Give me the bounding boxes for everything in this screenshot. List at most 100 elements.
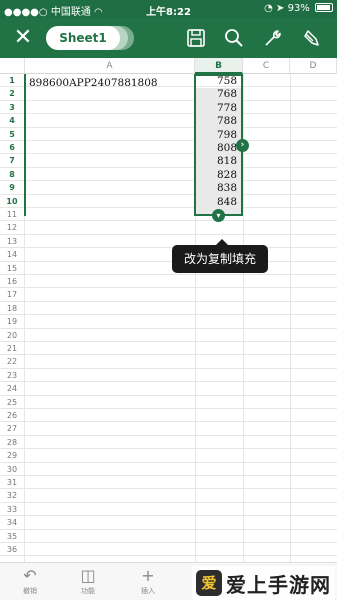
table-row: 3 [0,101,337,115]
insert-button[interactable]: + 插入 [128,566,168,596]
row-number[interactable]: 15 [0,262,24,274]
row-number[interactable]: 30 [0,463,24,475]
row-number[interactable]: 11 [0,208,24,220]
function-icon: ◫ [80,566,96,585]
table-row: 34 [0,516,337,530]
table-row: 27 [0,422,337,436]
row-number[interactable]: 24 [0,382,24,394]
row-number[interactable]: 2 [0,87,24,99]
watermark: 爱 爱上手游网 [192,566,335,600]
watermark-logo-icon: 爱 [196,570,222,596]
table-row: 33 [0,503,337,517]
row-number[interactable]: 19 [0,315,24,327]
table-row: 4 [0,114,337,128]
location-icon: ➤ [276,3,285,14]
row-number[interactable]: 27 [0,422,24,434]
row-number[interactable]: 14 [0,248,24,260]
table-row: 7 [0,154,337,168]
alarm-icon: ◔ [264,3,273,14]
table-row: 14 [0,248,337,262]
insert-label: 插入 [141,587,155,595]
corner-cell[interactable] [0,58,25,74]
sheet-tab-stack[interactable]: Sheet1 [46,26,136,50]
table-row: 11 [0,208,337,222]
table-row: 6 [0,141,337,155]
row-number[interactable]: 21 [0,342,24,354]
save-icon[interactable] [186,28,206,48]
close-icon[interactable]: ✕ [12,27,34,49]
row-number[interactable]: 5 [0,128,24,140]
table-row: 2 [0,87,337,101]
table-row: 15 [0,262,337,275]
battery-icon [315,3,333,12]
row-number[interactable]: 17 [0,288,24,300]
table-row: 36 [0,543,337,557]
undo-icon: ↶ [23,566,37,585]
watermark-text: 爱上手游网 [226,572,331,597]
table-row: 22 [0,355,337,369]
table-row: 19 [0,315,337,329]
table-row: 26 [0,409,337,423]
row-number[interactable]: 4 [0,114,24,126]
column-header-d[interactable]: D [290,58,337,74]
column-header-row: A B C D [0,58,337,74]
row-number[interactable]: 10 [0,195,24,207]
fill-option-tooltip[interactable]: 改为复制填充 [172,239,268,273]
row-number[interactable]: 35 [0,530,24,542]
row-number[interactable]: 26 [0,409,24,421]
table-row: 10 [0,195,337,208]
table-row: 17 [0,288,337,302]
column-header-b[interactable]: B [195,58,243,74]
row-number[interactable]: 33 [0,503,24,515]
status-bar: ●●●●○ 中国联通 ◠ 上午8:22 ◔ ➤ 93% [0,0,337,18]
row-number[interactable]: 34 [0,516,24,528]
row-number[interactable]: 3 [0,101,24,113]
row-number[interactable]: 12 [0,221,24,233]
cell-a1[interactable]: 898600APP2407881808 [29,77,158,89]
fill-handle-down-icon[interactable]: ▾ [212,209,225,222]
row-number[interactable]: 20 [0,329,24,341]
fill-handle-right-icon[interactable]: › [236,139,249,152]
row-number[interactable]: 18 [0,302,24,314]
table-row: 8 [0,168,337,182]
table-row: 35 [0,530,337,543]
function-label: 功能 [81,587,95,595]
spreadsheet-grid[interactable]: A B C D 1 2 3 4 5 6 7 8 9 10 11 12 13 14 15 16 17 18 19 20 2… [0,58,337,562]
row-number[interactable]: 36 [0,543,24,555]
table-row: 16 [0,275,337,289]
row-selection-indicator [24,74,26,216]
row-number[interactable]: 7 [0,154,24,166]
row-number[interactable]: 32 [0,489,24,501]
battery-status: ◔ ➤ 93% [264,3,333,14]
table-row: 32 [0,489,337,503]
row-number[interactable]: 31 [0,476,24,488]
row-number[interactable]: 13 [0,235,24,247]
row-number[interactable]: 25 [0,396,24,408]
function-button[interactable]: ◫ 功能 [68,566,108,596]
table-row: 13 [0,235,337,249]
row-number[interactable]: 8 [0,168,24,180]
column-header-a[interactable]: A [25,58,195,74]
column-header-c[interactable]: C [243,58,290,74]
battery-percent: 93% [287,3,310,14]
table-row: 30 [0,463,337,476]
table-row: 28 [0,436,337,450]
table-row: 9 [0,181,337,195]
draw-icon[interactable] [302,28,322,48]
table-row: 25 [0,396,337,409]
row-number[interactable]: 22 [0,355,24,367]
search-icon[interactable] [224,28,244,48]
undo-button[interactable]: ↶ 撤销 [10,566,50,596]
row-number[interactable]: 16 [0,275,24,287]
table-row: 5 [0,128,337,141]
row-number[interactable]: 6 [0,141,24,153]
row-number[interactable]: 28 [0,436,24,448]
tools-icon[interactable] [263,28,283,48]
row-number[interactable]: 23 [0,369,24,381]
row-number[interactable]: 1 [0,74,24,86]
sheet-tab[interactable]: Sheet1 [46,26,120,50]
row-number[interactable]: 29 [0,449,24,461]
app-toolbar: ✕ Sheet1 [0,18,337,58]
row-number[interactable]: 9 [0,181,24,193]
table-row: 21 [0,342,337,356]
